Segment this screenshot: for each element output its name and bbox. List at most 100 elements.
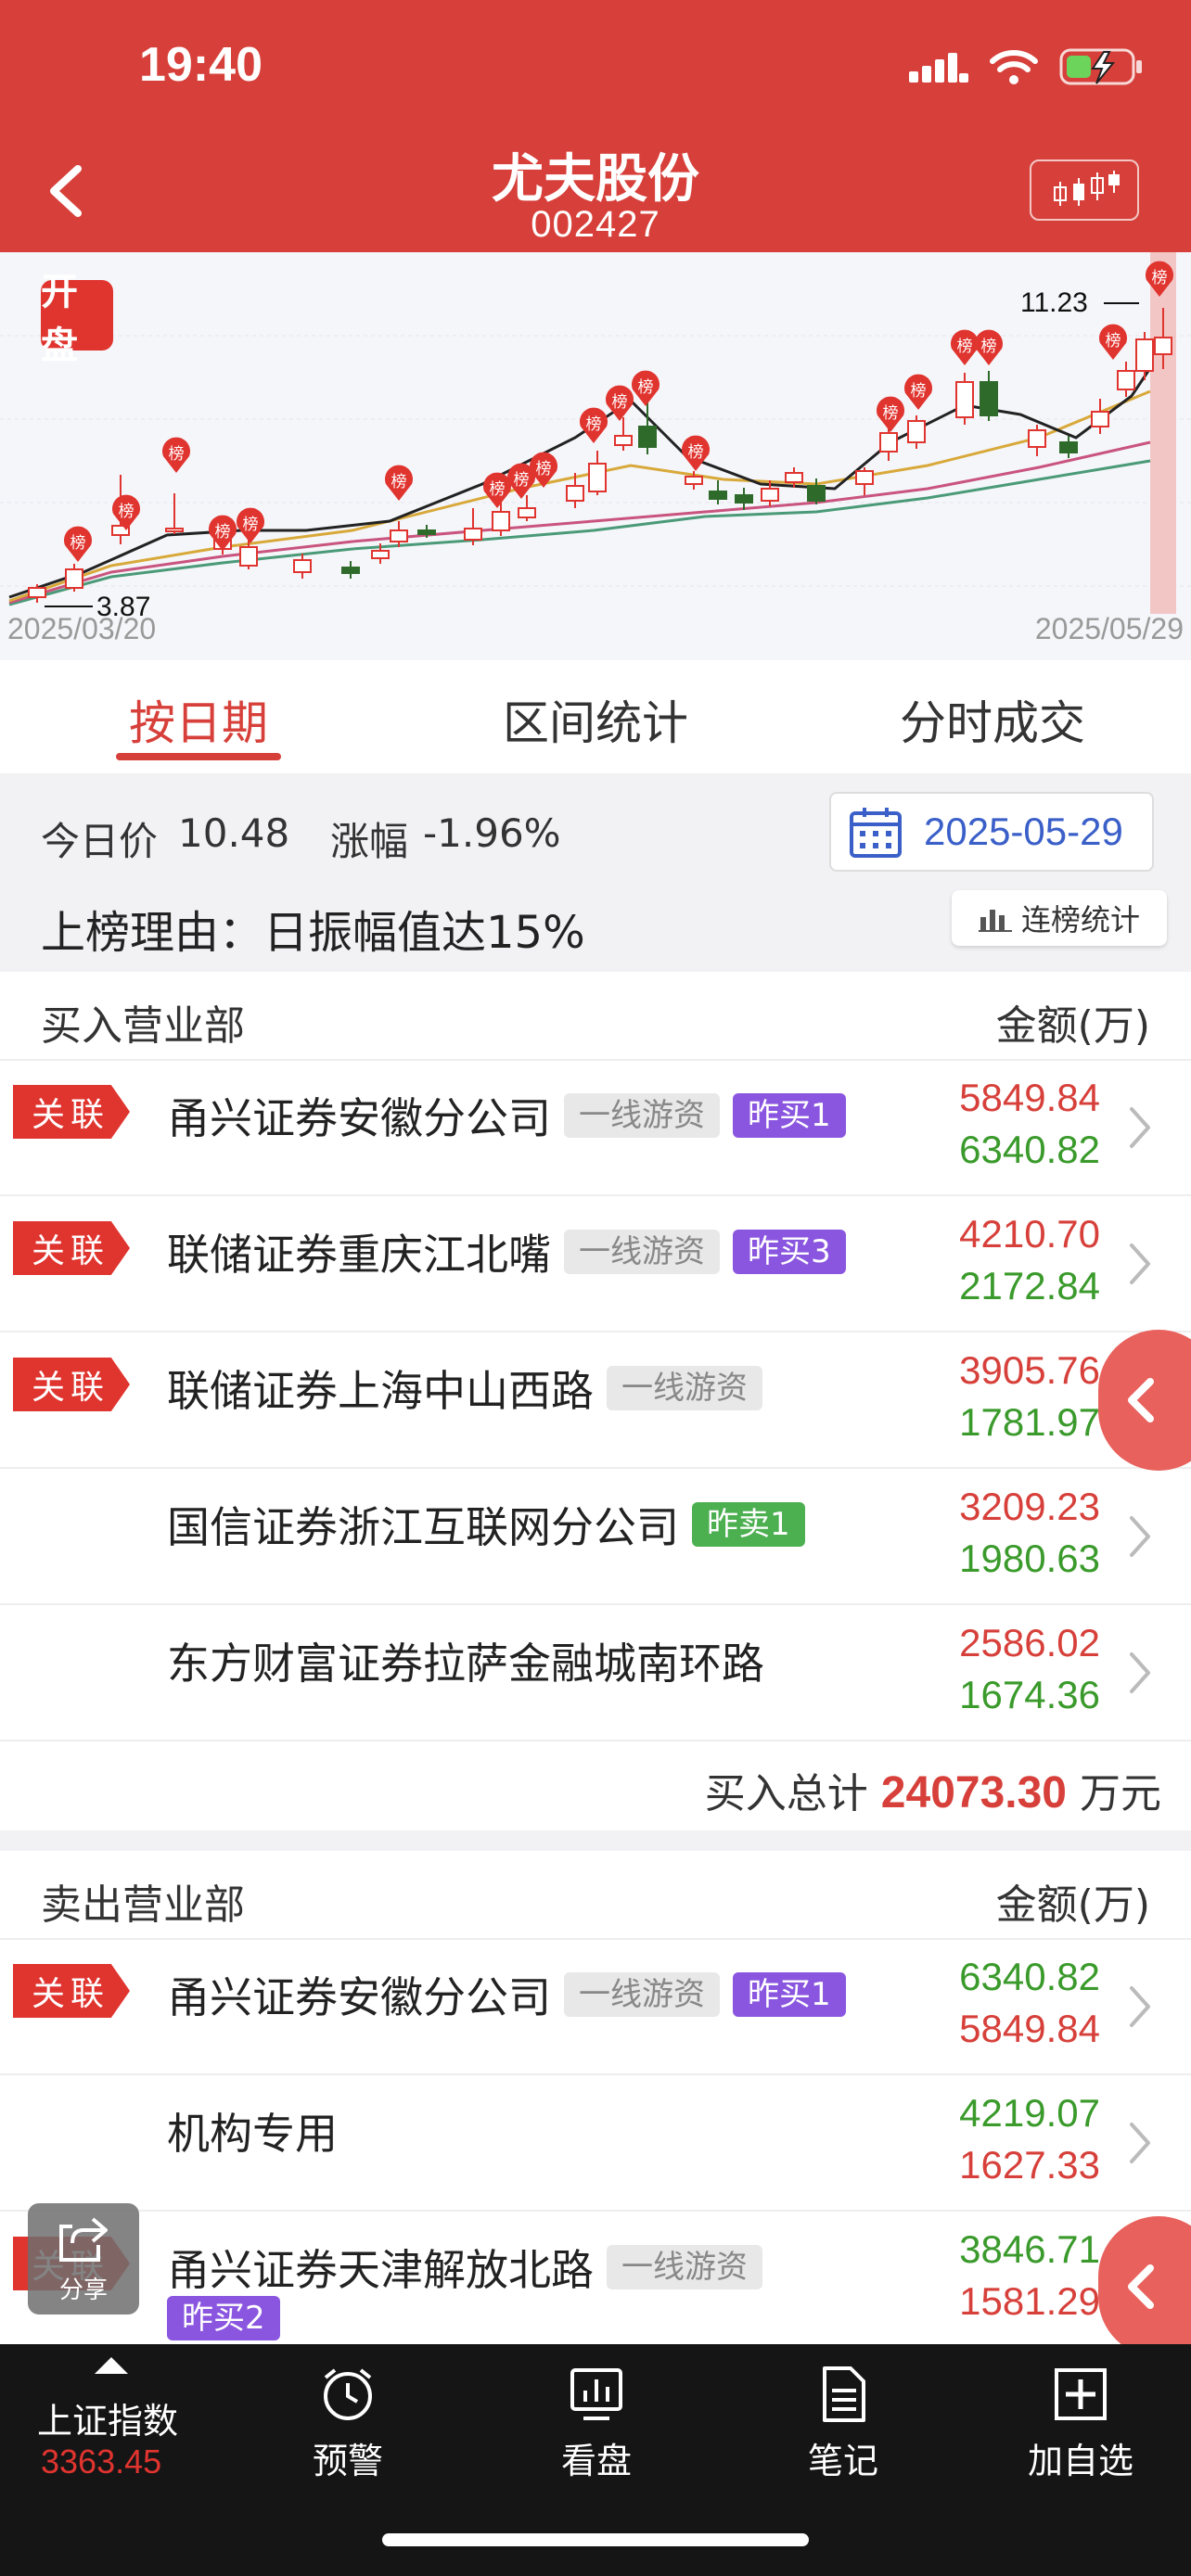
share-button[interactable]: 分享	[28, 2203, 139, 2315]
tab-range-stats[interactable]: 区间统计	[397, 660, 794, 773]
broker-badge: 一线游资	[564, 1230, 720, 1274]
notes-tab[interactable]: 笔记	[792, 2365, 894, 2483]
broker-name: 机构专用	[167, 2109, 338, 2159]
broker-name-line: 甬兴证券安徽分公司 一线游资 昨买1	[167, 1964, 846, 2025]
status-time: 19:40	[139, 38, 263, 92]
watch-tab[interactable]: 看盘	[545, 2365, 647, 2483]
candle-body	[855, 470, 874, 485]
alarm-clock-icon	[324, 2368, 372, 2420]
consecutive-stats-button[interactable]: 连榜统计	[952, 890, 1167, 946]
related-tag[interactable]: 关联	[13, 1085, 130, 1139]
buy-amount: 5849.84	[959, 1076, 1100, 1119]
broker-name: 东方财富证券拉萨金融城南环路	[167, 1639, 764, 1689]
candlestick-icon	[1054, 171, 1120, 206]
broker-name: 甬兴证券天津解放北路	[167, 2245, 594, 2295]
index-tab[interactable]: 上证指数 3363.45	[0, 2344, 223, 2520]
candle-body	[614, 435, 633, 446]
broker-name-line: 国信证券浙江互联网分公司 昨卖1	[167, 1494, 805, 1555]
rank-marker-label: 榜	[981, 338, 997, 356]
chart-end-date: 2025/05/29	[1034, 612, 1184, 645]
sell-amount: 1581.29	[959, 2279, 1100, 2323]
buy-amount: 6340.82	[959, 1955, 1100, 1998]
tab-by-date[interactable]: 按日期	[0, 660, 397, 773]
broker-name-line: 甬兴证券天津解放北路 一线游资	[167, 2237, 762, 2298]
sell-section-header: 卖出营业部 金额(万)	[0, 1851, 1191, 1940]
tab-label: 分时成交	[900, 696, 1085, 750]
date-picker[interactable]: 2025-05-29	[829, 792, 1154, 872]
rank-marker-label: 榜	[169, 445, 185, 464]
tab-underline	[116, 753, 281, 760]
rank-marker-label: 榜	[911, 382, 927, 401]
buy-amount: 3905.76	[959, 1348, 1100, 1392]
buy-total-label: 买入总计	[704, 1770, 868, 1817]
collapse-side-button[interactable]	[1098, 1330, 1191, 1471]
candle-body	[518, 507, 536, 518]
wifi-icon	[990, 50, 1038, 84]
rank-marker-label: 榜	[586, 415, 602, 434]
watch-label: 看盘	[560, 2441, 632, 2481]
rank-marker-label: 榜	[119, 503, 134, 521]
stock-name: 尤夫股份	[492, 149, 699, 210]
sell-amount: 1627.33	[959, 2143, 1100, 2187]
ma-line	[8, 459, 1151, 606]
buy-amount: 4219.07	[959, 2091, 1100, 2135]
related-tag[interactable]: 关联	[13, 1964, 130, 2018]
alert-label: 预警	[312, 2441, 383, 2481]
candle-body	[492, 511, 510, 531]
buy-broker-row[interactable]: 关联 联储证券重庆江北嘴 一线游资 昨买3 4210.70 2172.84	[0, 1197, 1191, 1333]
candle-body	[685, 476, 703, 485]
section-divider	[0, 1830, 1191, 1851]
index-value: 3363.45	[41, 2442, 162, 2480]
candle-body	[417, 529, 436, 535]
sell-broker-row[interactable]: 关联甬兴证券天津解放北路一线游资昨买23846.711581.29	[0, 2213, 1191, 2348]
broker-name-line: 机构专用	[167, 2100, 338, 2162]
add-watchlist-tab[interactable]: 加自选	[1020, 2365, 1141, 2483]
broker-badge: 昨买1	[733, 1972, 846, 2017]
broker-badge: 昨买2	[167, 2296, 280, 2340]
sell-broker-row[interactable]: 机构专用 4219.07 1627.33	[0, 2076, 1191, 2212]
rank-marker-label: 榜	[883, 404, 899, 423]
buy-header-label: 买入营业部	[41, 1002, 245, 1050]
chevron-left-icon	[1128, 1378, 1154, 1422]
buy-section-header: 买入营业部 金额(万)	[0, 972, 1191, 1061]
candle-body	[955, 381, 974, 418]
candle-body	[65, 568, 83, 589]
sell-header-label: 卖出营业部	[41, 1881, 245, 1929]
rank-marker-label: 榜	[612, 393, 628, 412]
candle-body	[761, 488, 779, 502]
candle-body	[638, 426, 657, 448]
kline-chart[interactable]: 榜榜榜榜榜榜榜榜榜榜榜榜榜榜榜榜榜榜榜 11.23 3.87 开盘 2025/03/…	[0, 252, 1191, 660]
open-badge: 开盘	[41, 271, 113, 367]
buy-broker-row[interactable]: 国信证券浙江互联网分公司 昨卖1 3209.23 1980.63	[0, 1470, 1191, 1605]
buy-broker-row[interactable]: 关联 甬兴证券安徽分公司 一线游资 昨买1 5849.84 6340.82	[0, 1061, 1191, 1196]
rank-marker-label: 榜	[243, 516, 259, 534]
candle-body	[566, 485, 584, 502]
tab-intraday[interactable]: 分时成交	[794, 660, 1191, 773]
tab-label: 按日期	[129, 696, 268, 750]
tab-bar: 按日期 区间统计 分时成交	[0, 660, 1191, 773]
collapse-side-button-2[interactable]	[1098, 2216, 1191, 2357]
chevron-right-icon	[1130, 1652, 1150, 1693]
sell-broker-row[interactable]: 关联 甬兴证券安徽分公司 一线游资 昨买1 6340.82 5849.84	[0, 1940, 1191, 2075]
rank-marker-label: 榜	[957, 338, 973, 356]
buy-total-value: 24073.30	[880, 1768, 1067, 1817]
broker-badge: 昨买3	[733, 1230, 846, 1274]
candle-body	[1117, 370, 1135, 390]
add-watchlist-label: 加自选	[1027, 2441, 1133, 2481]
broker-name-line: 联储证券重庆江北嘴 一线游资 昨买3	[167, 1221, 846, 1282]
today-price-value: 10.48	[178, 810, 290, 856]
buy-broker-row[interactable]: 东方财富证券拉萨金融城南环路 2586.02 1674.36	[0, 1606, 1191, 1741]
kline-toggle-button[interactable]	[1030, 159, 1139, 221]
candle-body	[879, 432, 898, 453]
candle-body	[239, 546, 258, 567]
change-label: 涨幅	[330, 819, 409, 864]
related-tag[interactable]: 关联	[13, 1358, 130, 1411]
candle-body	[588, 463, 607, 492]
candle-body	[293, 559, 312, 573]
related-tag[interactable]: 关联	[13, 1221, 130, 1275]
buy-broker-row[interactable]: 关联 联储证券上海中山西路 一线游资 3905.76 1781.97	[0, 1333, 1191, 1469]
stat-button-label: 连榜统计	[1020, 902, 1140, 937]
monitor-chart-icon	[570, 2368, 622, 2420]
today-price-label: 今日价	[41, 819, 159, 864]
alert-tab[interactable]: 预警	[297, 2365, 399, 2483]
